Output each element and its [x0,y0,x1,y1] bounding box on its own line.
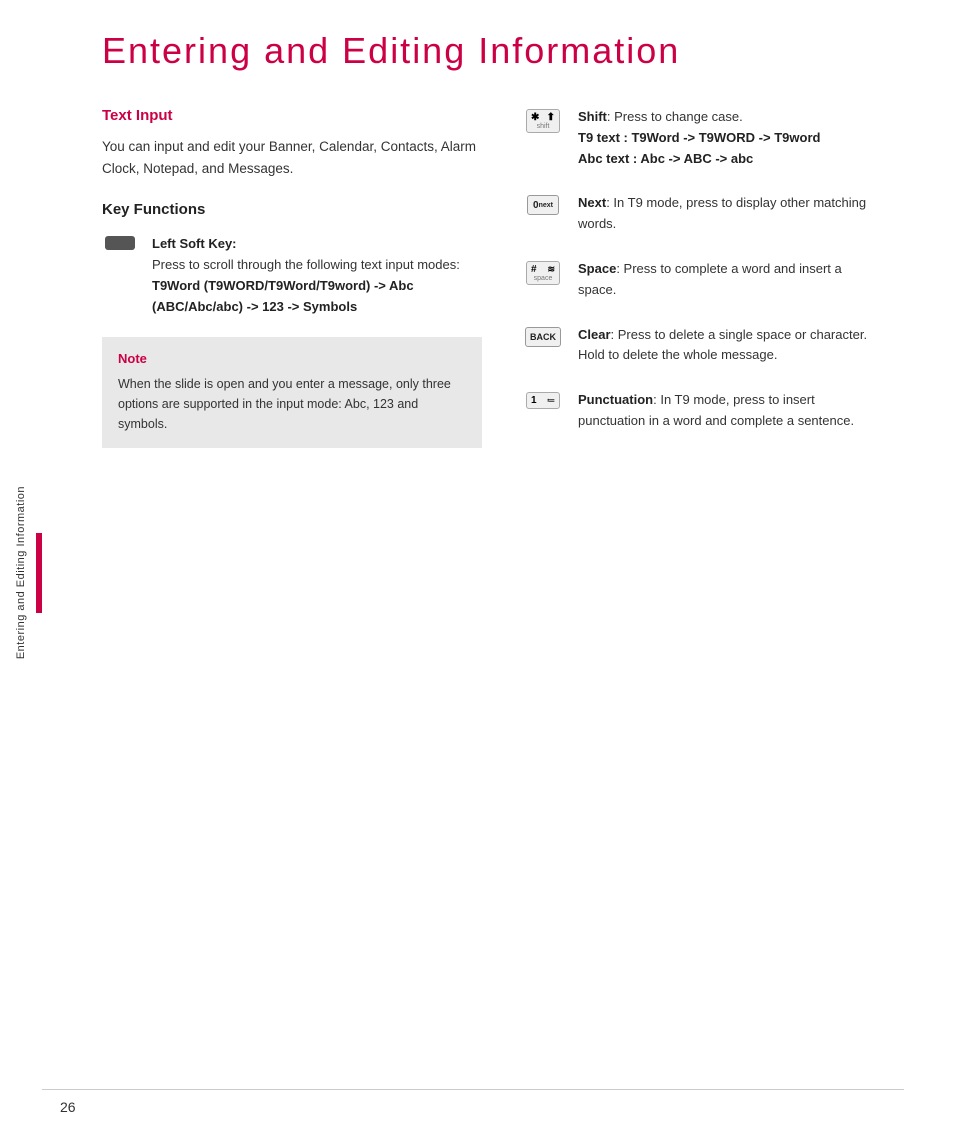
space-key-top: # ≋ [531,264,555,275]
sidebar-accent-bar [36,533,42,613]
key-item-left-soft: Left Soft Key: Press to scroll through t… [102,234,482,317]
note-box: Note When the slide is open and you ente… [102,337,482,448]
right-item-clear: BACK Clear: Press to delete a single spa… [522,325,882,367]
shift-description: Shift: Press to change case. T9 text : T… [578,107,820,169]
space-icon: # ≋ space [522,259,564,285]
next-description: Next: In T9 mode, press to display other… [578,193,882,235]
space-title: Space [578,261,616,276]
left-column: Text Input You can input and edit your B… [102,107,482,456]
shift-abc-text: Abc text : Abc -> ABC -> abc [578,151,753,166]
space-description: Space: Press to complete a word and inse… [578,259,882,301]
content-columns: Text Input You can input and edit your B… [102,107,904,456]
clear-icon: BACK [522,325,564,347]
shift-icon: ✱ ⬆ shift [522,107,564,133]
sidebar-text: Entering and Editing Information [15,486,27,659]
asterisk-symbol: ✱ [531,112,539,123]
note-title: Note [118,351,466,366]
shift-key-top: ✱ ⬆ [531,112,555,123]
sidebar: Entering and Editing Information [0,0,42,1145]
one-symbol: 1 [531,395,537,406]
key-functions-heading: Key Functions [102,201,482,218]
hash-symbol: # [531,264,537,275]
right-item-shift: ✱ ⬆ shift Shift: Press to change case. T… [522,107,882,169]
back-key-button: BACK [525,327,561,347]
shift-icon-symbol: ⬆ [547,112,555,123]
clear-description: Clear: Press to delete a single space or… [578,325,882,367]
space-key-label: space [531,275,555,282]
punctuation-key-button: 1 ≔ [526,392,560,409]
shift-title: Shift [578,109,607,124]
intro-paragraph: You can input and edit your Banner, Cale… [102,136,482,179]
punc-icon-symbol: ≔ [547,396,555,405]
left-soft-key-text: Left Soft Key: Press to scroll through t… [152,234,482,317]
page-title: Entering and Editing Information [102,30,904,72]
punctuation-title: Punctuation [578,392,653,407]
left-soft-key-label: Left Soft Key: [152,236,237,251]
shift-key-label: shift [531,123,555,130]
next-icon: 0next [522,193,564,215]
space-key-button: # ≋ space [526,261,560,285]
clear-title: Clear [578,327,611,342]
right-item-space: # ≋ space Space: Press to complete a wor… [522,259,882,301]
left-soft-key-shape [105,236,135,250]
left-soft-key-icon [102,234,138,250]
right-item-punctuation: 1 ≔ Punctuation: In T9 mode, press to in… [522,390,882,432]
main-content: Entering and Editing Information Text In… [42,0,954,486]
next-title: Next [578,195,606,210]
punctuation-icon: 1 ≔ [522,390,564,409]
punctuation-key-top: 1 ≔ [531,395,555,406]
shift-t9-text: T9 text : T9Word -> T9WORD -> T9word [578,130,820,145]
punctuation-description: Punctuation: In T9 mode, press to insert… [578,390,882,432]
left-soft-key-desc: Press to scroll through the following te… [152,257,460,314]
page-number: 26 [60,1099,76,1115]
right-column: ✱ ⬆ shift Shift: Press to change case. T… [522,107,882,456]
space-icon-symbol: ≋ [547,264,555,275]
next-key-button: 0next [527,195,559,215]
right-item-next: 0next Next: In T9 mode, press to display… [522,193,882,235]
note-text: When the slide is open and you enter a m… [118,374,466,434]
section-title-text-input: Text Input [102,107,482,124]
bottom-divider [42,1089,904,1090]
shift-key-button: ✱ ⬆ shift [526,109,560,133]
